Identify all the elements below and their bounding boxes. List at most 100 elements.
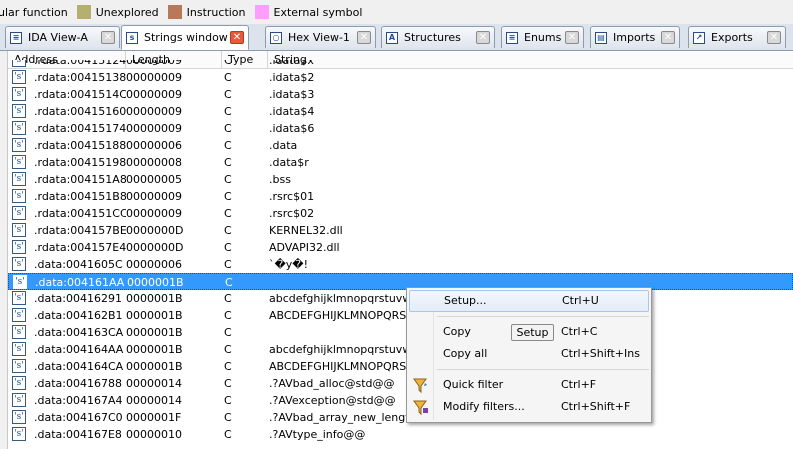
string-icon: 's' <box>12 308 26 322</box>
close-icon[interactable]: ✕ <box>101 31 115 44</box>
cell-string: .data$r <box>269 156 309 169</box>
cell-address: .rdata:00415160 <box>34 105 126 118</box>
imports-icon: ▤ <box>595 31 607 44</box>
table-row[interactable]: 's' .data:0041605C 00000006 C `�y�! <box>8 256 793 273</box>
table-row[interactable]: 's' .rdata:00415138 00000009 C .idata$2 <box>8 69 793 86</box>
cell-string: .idata$2 <box>269 71 315 84</box>
table-row[interactable]: 's' .data:004162B1 0000001B C ABCDEFGHIJKLMN… <box>8 307 793 324</box>
string-icon: 's' <box>13 275 27 289</box>
cell-type: C <box>224 309 232 322</box>
menu-item-setup[interactable]: Setup... Ctrl+U <box>409 290 649 312</box>
tab-exports[interactable]: ↗ Exports ✕ <box>688 26 786 48</box>
table-row[interactable]: 's' .data:004167E8 00000010 C .?AVtype_info@… <box>8 426 793 443</box>
tab-label: Enums <box>524 31 562 44</box>
table-row[interactable]: 's' .data:004164CA 0000001B C ABCDEFGHIJKLMN… <box>8 358 793 375</box>
menu-item-quick-filter[interactable]: Quick filter Ctrl+F <box>409 375 649 397</box>
string-icon: 's' <box>12 206 26 220</box>
legend-swatch <box>167 5 182 19</box>
string-icon: 's' <box>12 189 26 203</box>
menu-item-label: Modify filters... <box>443 400 525 413</box>
string-icon: 's' <box>12 291 26 305</box>
tab-hex-view-1[interactable]: ○ Hex View-1 ✕ <box>265 26 376 48</box>
cell-address: .rdata:00415124 <box>34 60 126 67</box>
structures-icon: A <box>386 31 398 44</box>
tab-structures[interactable]: A Structures ✕ <box>381 26 495 48</box>
table-row[interactable]: 's' .data:00416788 00000014 C .?AVbad_alloc@… <box>8 375 793 392</box>
table-row[interactable]: 's' .rdata:004151A8 00000005 C .bss <box>8 171 793 188</box>
string-icon: 's' <box>12 87 26 101</box>
table-row[interactable]: 's' .rdata:004157BE 0000000D C KERNEL32.dll <box>8 222 793 239</box>
cell-length: 0000000D <box>126 224 184 237</box>
close-icon[interactable]: ✕ <box>357 31 371 44</box>
table-row[interactable]: 's' .data:004164AA 0000001B Cabcdefghijklmn… <box>8 341 793 358</box>
cell-string: .rsrc$01 <box>269 190 315 203</box>
table-row[interactable]: 's' .data:004167C0 0000001F C .?AVbad_array_… <box>8 409 793 426</box>
cell-type: C <box>224 60 232 67</box>
menu-item-shortcut: Ctrl+U <box>562 294 599 307</box>
legend-swatch <box>76 5 91 19</box>
tab-ida-view-a[interactable]: ≡ IDA View-A ✕ <box>5 26 120 48</box>
cell-length: 00000009 <box>126 122 182 135</box>
string-icon: 's' <box>12 60 26 67</box>
cell-string: .idata$3 <box>269 88 315 101</box>
close-icon[interactable]: ✕ <box>476 31 490 44</box>
left-gutter <box>0 51 8 449</box>
strings-icon: s <box>126 31 138 44</box>
cell-string: .idata$x <box>269 60 314 67</box>
table-row[interactable]: 's' .data:00416291 0000001B Cabcdefghijklmn… <box>8 290 793 307</box>
legend-label: ular function <box>0 5 68 19</box>
menu-item-shortcut: Ctrl+C <box>561 325 598 338</box>
close-icon[interactable]: ✕ <box>565 31 579 44</box>
tab-label: IDA View-A <box>28 31 88 44</box>
string-icon: 's' <box>12 427 26 441</box>
cell-address: .rdata:0041514C <box>34 88 126 101</box>
table-row[interactable]: 's' .rdata:00415188 00000006 C .data <box>8 137 793 154</box>
string-icon: 's' <box>12 223 26 237</box>
string-icon: 's' <box>12 104 26 118</box>
table-row[interactable]: 's' .rdata:00415174 00000009 C .idata$6 <box>8 120 793 137</box>
cell-length: 00000008 <box>126 156 182 169</box>
cell-address: .rdata:004157E4 <box>34 241 126 254</box>
string-icon: 's' <box>12 359 26 373</box>
legend-swatch <box>254 5 269 19</box>
table-row[interactable]: 's' .data:004161AA 0000001B C <box>8 273 793 290</box>
table-row[interactable]: 's' .rdata:004151CC 00000009 C .rsrc$02 <box>8 205 793 222</box>
table-row[interactable]: 's' .rdata:00415160 00000009 C .idata$4 <box>8 103 793 120</box>
cell-address: .data:004161AA <box>35 276 125 289</box>
cell-type: C <box>224 71 232 84</box>
cell-length: 00000009 <box>126 88 182 101</box>
table-row[interactable]: 's' .rdata:004157E4 0000000D C ADVAPI32.dll <box>8 239 793 256</box>
cell-address: .rdata:004151CC <box>34 207 126 220</box>
cell-address: .rdata:00415174 <box>34 122 126 135</box>
table-row[interactable]: 's' .data:004167A4 00000014 C .?AVexception@… <box>8 392 793 409</box>
menu-item-copy-all[interactable]: Copy all Ctrl+Shift+Ins <box>409 344 649 366</box>
legend-item: Unexplored <box>76 5 159 19</box>
cell-address: .data:004167C0 <box>34 411 123 424</box>
cell-string: .bss <box>269 173 291 186</box>
cell-length: 00000009 <box>126 105 182 118</box>
close-icon[interactable]: ✕ <box>767 31 781 44</box>
tab-label: Exports <box>711 31 753 44</box>
cell-string: KERNEL32.dll <box>269 224 343 237</box>
tab-strings-window[interactable]: s Strings window ✕ <box>121 25 249 50</box>
cell-type: C <box>224 207 232 220</box>
cell-string: .idata$4 <box>269 105 315 118</box>
modify-filters-icon <box>412 399 430 417</box>
cell-length: 00000014 <box>126 394 182 407</box>
cell-address: .data:00416291 <box>34 292 122 305</box>
table-row[interactable]: 's' .data:004163CA 0000001B C <box>8 324 793 341</box>
table-row[interactable]: 's' .rdata:00415124 00000009 C .idata$x <box>8 60 793 69</box>
cell-address: .data:004164CA <box>34 360 124 373</box>
close-icon[interactable]: ✕ <box>230 31 244 44</box>
cell-type: C <box>224 88 232 101</box>
string-icon: 's' <box>12 121 26 135</box>
tab-imports[interactable]: ▤ Imports ✕ <box>590 26 680 48</box>
close-icon[interactable]: ✕ <box>661 31 675 44</box>
tab-bar: ≡ IDA View-A ✕ s Strings window ✕ ○ Hex View-1 ✕… <box>0 24 793 51</box>
table-row[interactable]: 's' .rdata:0041514C 00000009 C .idata$3 <box>8 86 793 103</box>
menu-item-modify-filters[interactable]: Modify filters... Ctrl+Shift+F <box>409 397 649 419</box>
table-row[interactable]: 's' .rdata:00415198 00000008 C .data$r <box>8 154 793 171</box>
menu-separator <box>437 316 649 317</box>
table-row[interactable]: 's' .rdata:004151B8 00000009 C .rsrc$01 <box>8 188 793 205</box>
tab-enums[interactable]: ≡ Enums ✕ <box>501 26 584 48</box>
